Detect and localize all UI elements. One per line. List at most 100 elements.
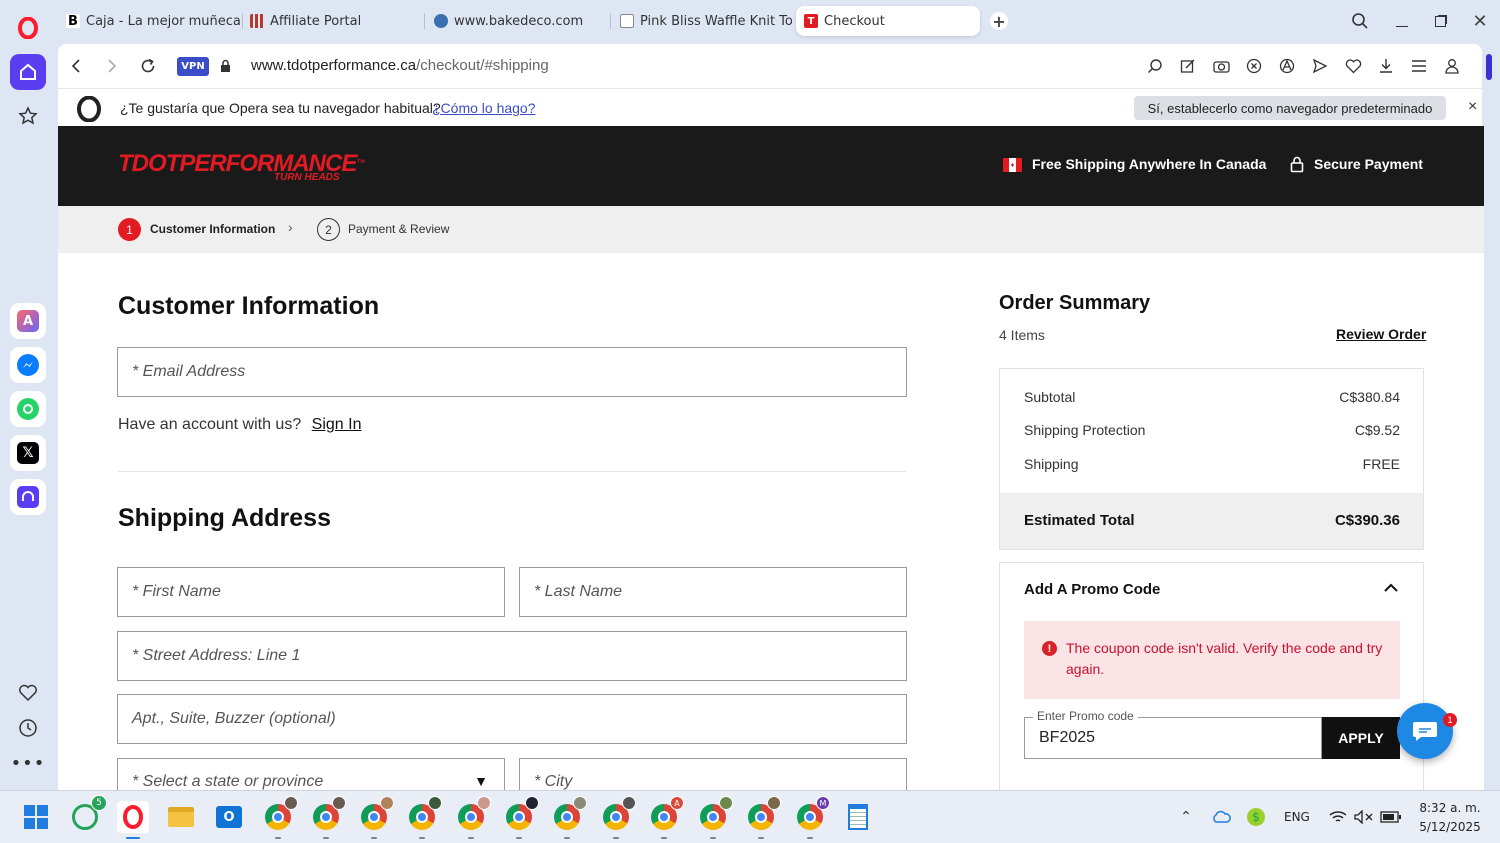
aria-ai-icon[interactable]: A: [10, 303, 46, 339]
home-icon[interactable]: [10, 54, 46, 90]
email-field[interactable]: * Email Address: [117, 347, 907, 397]
whatsapp-icon[interactable]: [10, 391, 46, 427]
outlook-icon[interactable]: O: [213, 801, 245, 833]
promo-code-input[interactable]: Enter Promo code BF2025: [1024, 709, 1322, 759]
adblock-icon[interactable]: [1244, 56, 1264, 76]
tray-overflow-chevron-icon[interactable]: ⌃: [1170, 801, 1202, 833]
last-name-field[interactable]: * Last Name: [519, 567, 907, 617]
estimated-total-bar: Estimated Total C$390.36: [1000, 493, 1423, 549]
profile-icon[interactable]: [1442, 56, 1462, 76]
state-select[interactable]: * Select a state or province ▼: [117, 758, 505, 790]
url-text[interactable]: www.tdotperformance.ca/checkout/#shippin…: [251, 57, 549, 74]
tab-label: Checkout: [824, 13, 885, 29]
step-2-badge: 2: [317, 218, 340, 241]
heart-icon[interactable]: [10, 675, 46, 711]
opera-taskbar-icon[interactable]: [117, 801, 149, 839]
chrome-profile-2-icon[interactable]: [310, 796, 346, 839]
windows-start-icon[interactable]: [20, 801, 52, 833]
back-arrow-icon[interactable]: [66, 56, 86, 76]
opera-logo-icon: [76, 95, 102, 123]
tab-pink-bliss[interactable]: Pink Bliss Waffle Knit Top: [612, 6, 792, 36]
camera-icon[interactable]: [1211, 56, 1231, 76]
clock[interactable]: 8:32 a. m. 5/12/2025: [1410, 799, 1490, 837]
step-1-label[interactable]: Customer Information: [150, 222, 275, 236]
protection-value: C$9.52: [1354, 422, 1400, 438]
street-address-field[interactable]: * Street Address: Line 1: [117, 631, 907, 681]
chrome-profile-11-icon[interactable]: [745, 796, 781, 839]
battery-icon[interactable]: [1375, 801, 1407, 833]
language-indicator[interactable]: ENG: [1284, 810, 1310, 824]
reload-icon[interactable]: [138, 56, 158, 76]
chrome-profile-10-icon[interactable]: [697, 796, 733, 839]
chevron-up-icon[interactable]: [1384, 581, 1400, 597]
apply-button[interactable]: APPLY: [1322, 717, 1400, 759]
tab-checkout[interactable]: T Checkout: [796, 6, 980, 36]
messenger-icon[interactable]: [10, 347, 46, 383]
vpn-badge[interactable]: VPN: [177, 57, 209, 76]
chrome-profile-5-icon[interactable]: [455, 796, 491, 839]
easy-setup-icon[interactable]: [1409, 56, 1429, 76]
chrome-profile-12-icon[interactable]: M: [794, 796, 830, 839]
tab-caja[interactable]: B Caja - La mejor muñeca se: [58, 6, 242, 36]
close-infobar-icon[interactable]: ×: [1468, 98, 1477, 116]
tab-label: Caja - La mejor muñeca se: [86, 13, 242, 29]
music-player-icon[interactable]: [10, 479, 46, 515]
first-name-field[interactable]: * First Name: [117, 567, 505, 617]
opera-logo-icon[interactable]: [10, 10, 46, 46]
review-order-link[interactable]: Review Order: [1336, 326, 1426, 342]
file-explorer-icon[interactable]: [165, 801, 197, 833]
forward-arrow-icon[interactable]: [102, 56, 122, 76]
protection-row: Shipping Protection C$9.52: [1024, 422, 1400, 438]
promo-field-label: Enter Promo code: [1033, 709, 1138, 723]
x-twitter-icon[interactable]: 𝕏: [10, 435, 46, 471]
apt-suite-field[interactable]: Apt., Suite, Buzzer (optional): [117, 694, 907, 744]
tdot-logo[interactable]: TDOTPERFORMANCE™ TURN HEADS: [118, 150, 365, 183]
restore-icon[interactable]: [1430, 11, 1450, 31]
onedrive-icon[interactable]: [1205, 801, 1237, 833]
how-to-link[interactable]: ¿Cómo lo hago?: [432, 100, 536, 116]
subtotal-row: Subtotal C$380.84: [1024, 389, 1400, 405]
whatsapp-taskbar-icon[interactable]: 5: [69, 795, 107, 833]
history-clock-icon[interactable]: [10, 710, 46, 746]
more-icon[interactable]: •••: [10, 745, 46, 781]
lock-icon[interactable]: [218, 57, 232, 75]
opera-sidebar: A 𝕏 •••: [0, 0, 56, 790]
sign-in-link[interactable]: Sign In: [312, 416, 362, 433]
secure-payment-text: Secure Payment: [1314, 156, 1423, 172]
chat-widget-button[interactable]: 1: [1397, 703, 1457, 759]
chrome-profile-3-icon[interactable]: [358, 796, 394, 839]
send-icon[interactable]: [1310, 56, 1330, 76]
bookmarks-star-icon[interactable]: [10, 98, 46, 134]
chat-bubble-icon: [1413, 722, 1437, 741]
tab-bakedeco[interactable]: www.bakedeco.com: [426, 6, 610, 36]
notepad-icon[interactable]: [842, 801, 874, 833]
clock-time: 8:32 a. m.: [1419, 801, 1481, 815]
chrome-profile-8-icon[interactable]: [600, 796, 636, 839]
default-browser-infobar: ¿Te gustaría que Opera sea tu navegador …: [58, 88, 1482, 126]
chrome-profile-9-icon[interactable]: A: [648, 796, 684, 839]
edit-icon[interactable]: [1178, 56, 1198, 76]
download-icon[interactable]: [1376, 56, 1396, 76]
chrome-profile-1-icon[interactable]: [262, 796, 298, 839]
translate-icon[interactable]: [1277, 56, 1297, 76]
chrome-profile-6-icon[interactable]: [503, 796, 539, 839]
step-2-label[interactable]: Payment & Review: [348, 222, 449, 236]
error-icon: !: [1042, 641, 1057, 656]
padlock-icon: [1290, 156, 1306, 174]
page-search-icon[interactable]: [1145, 56, 1165, 76]
tab-search-icon[interactable]: [1350, 11, 1370, 31]
account-prompt-text: Have an account with us?: [118, 416, 302, 433]
city-field[interactable]: * City: [519, 758, 907, 790]
tab-label: www.bakedeco.com: [454, 13, 584, 29]
chrome-profile-7-icon[interactable]: [551, 796, 587, 839]
tab-affiliate-portal[interactable]: Affiliate Portal: [242, 6, 424, 36]
address-bar: VPN www.tdotperformance.ca/checkout/#shi…: [58, 44, 1492, 88]
set-default-button[interactable]: Sí, establecerlo como navegador predeter…: [1134, 96, 1446, 120]
customer-info-heading: Customer Information: [118, 292, 380, 320]
chrome-profile-4-icon[interactable]: [406, 796, 442, 839]
minimize-icon[interactable]: [1392, 11, 1412, 31]
close-window-icon[interactable]: ✕: [1470, 11, 1490, 32]
favorite-heart-icon[interactable]: [1343, 56, 1363, 76]
security-shield-icon[interactable]: $: [1240, 801, 1272, 833]
new-tab-plus-icon[interactable]: +: [990, 12, 1008, 31]
